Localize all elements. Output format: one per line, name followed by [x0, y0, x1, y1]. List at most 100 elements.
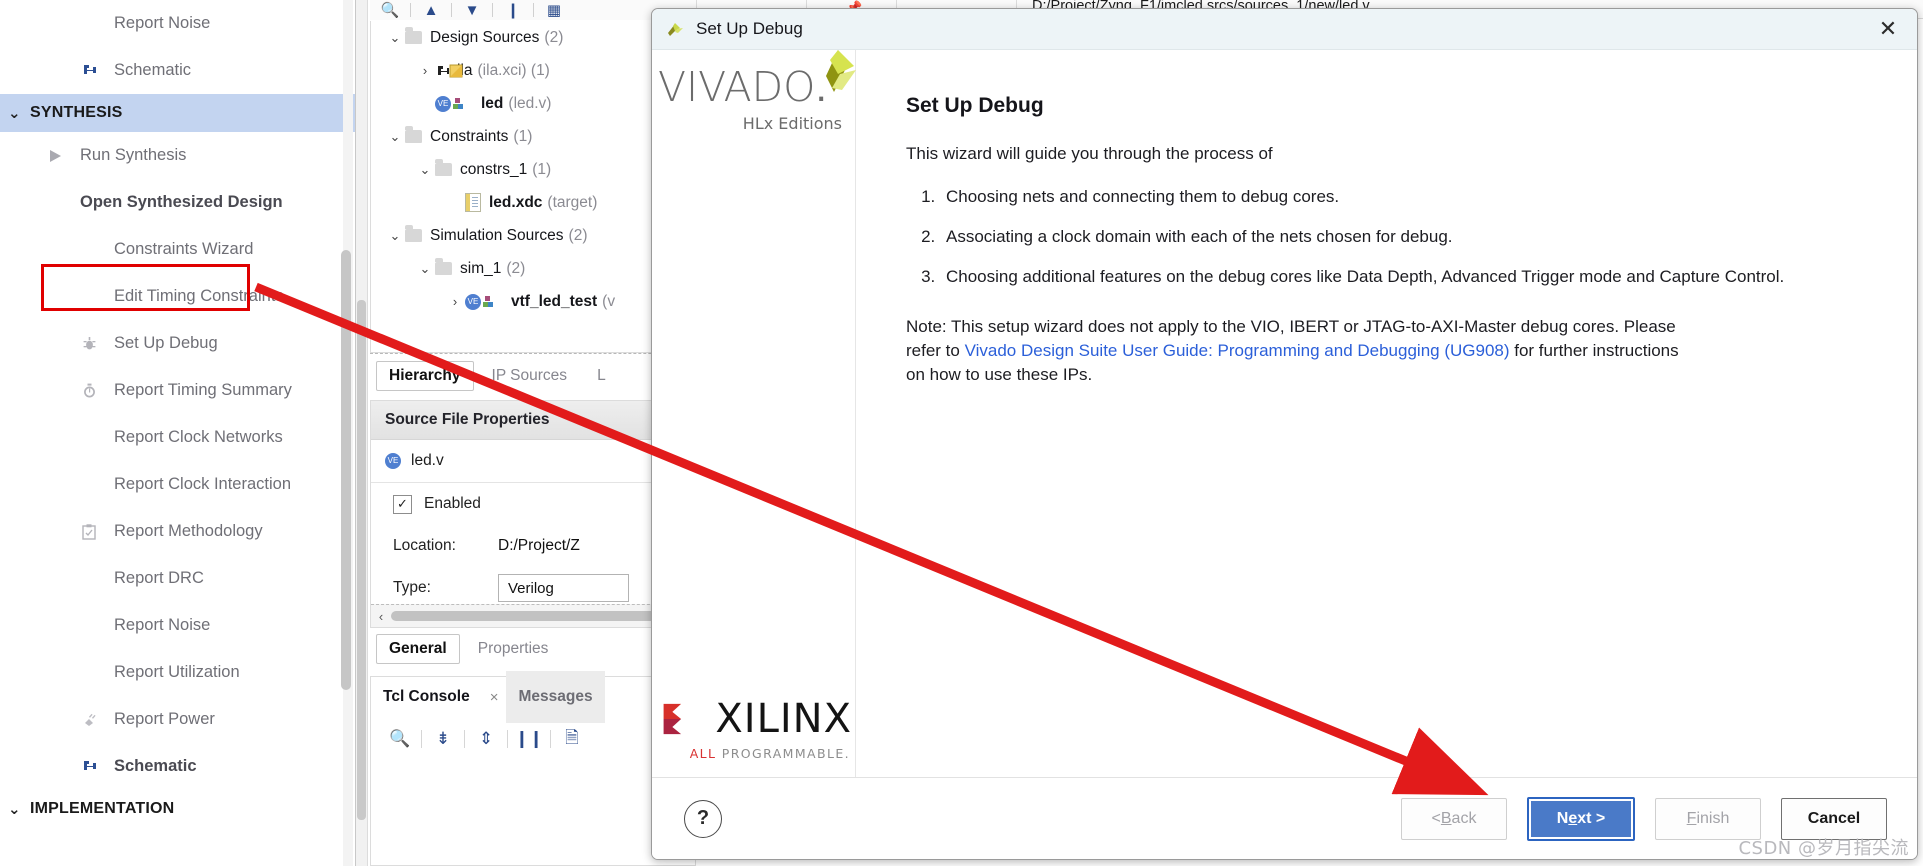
flow-nav-item-report-timing-summary[interactable]: Report Timing Summary	[0, 367, 355, 414]
tree-node-label: constrs_1	[460, 160, 528, 178]
expand-icon[interactable]: ⇕	[465, 729, 507, 749]
ug908-link[interactable]: Vivado Design Suite User Guide: Programm…	[965, 341, 1510, 360]
tab-hierarchy[interactable]: Hierarchy	[376, 360, 474, 391]
flow-nav-item-schematic[interactable]: Schematic	[0, 47, 355, 94]
flow-nav-item-label: Run Synthesis	[80, 146, 187, 164]
flow-nav-item-constraints-wizard[interactable]: Constraints Wizard	[0, 226, 355, 273]
enabled-label: Enabled	[424, 495, 481, 512]
expand-all-icon[interactable]: ▼	[452, 2, 492, 19]
sources-panel-scrollbar-thumb[interactable]	[357, 300, 366, 820]
flow-navigator-scrollbar-thumb[interactable]	[341, 250, 351, 690]
tab-messages[interactable]: Messages	[506, 671, 605, 723]
flow-nav-item-schematic[interactable]: Schematic	[0, 743, 355, 790]
enabled-checkbox[interactable]: ✓	[393, 494, 412, 514]
tree-node-suffix: (1)	[513, 127, 533, 145]
tree-node-suffix: (ila.xci) (1)	[477, 61, 550, 79]
tree-row[interactable]: ⌄ Simulation Sources (2)	[371, 219, 695, 252]
tab-l[interactable]: L	[585, 362, 618, 390]
flow-nav-item-open-synthesized-design[interactable]: Open Synthesized Design	[0, 179, 355, 226]
chevron-down-icon[interactable]: ⌄	[385, 30, 405, 46]
flow-nav-item-label: Report DRC	[114, 569, 204, 587]
folder-icon	[435, 159, 452, 176]
chevron-down-icon[interactable]: ⌄	[415, 162, 435, 178]
next-button[interactable]: Ne xt >	[1527, 796, 1635, 841]
flow-nav-item-synthesis[interactable]: ⌄ SYNTHESIS	[0, 94, 355, 132]
location-value: D:/Project/Z	[498, 537, 580, 554]
flow-nav-item-report-methodology[interactable]: Report Methodology	[0, 508, 355, 555]
source-tree[interactable]: ⌄ Design Sources (2) › ila (ila.xci) (1) VE led…	[370, 21, 696, 353]
chevron-down-icon[interactable]: ⌄	[385, 228, 405, 244]
search-icon[interactable]: 🔍	[379, 729, 421, 749]
tree-node-suffix: (2)	[506, 259, 526, 277]
flow-nav-item-report-clock-interaction[interactable]: Report Clock Interaction	[0, 461, 355, 508]
back-button[interactable]: < Back	[1401, 797, 1507, 840]
scroll-to-bottom-icon[interactable]: ⇟	[422, 729, 464, 749]
tree-node-label: Design Sources	[430, 28, 540, 46]
properties-scrollbar-thumb[interactable]	[391, 611, 691, 621]
tab-general[interactable]: General	[376, 634, 460, 664]
ip-core-icon	[435, 63, 463, 78]
flow-nav-item-report-utilization[interactable]: Report Utilization	[0, 649, 355, 696]
chevron-right-icon[interactable]: ›	[445, 294, 465, 309]
csdn-watermark: CSDN @岁月指尖流	[1738, 838, 1909, 859]
flow-nav-item-report-noise[interactable]: Report Noise	[0, 0, 355, 47]
type-label: Type:	[393, 579, 431, 596]
copy-icon[interactable]: 🗎	[551, 725, 593, 754]
sources-panel: 🔍 ▲ ▼ ❙ ▦ ⌄ Design Sources (2) › ila (ila.xci…	[356, 0, 696, 866]
search-icon[interactable]: 🔍	[370, 1, 410, 19]
tree-row[interactable]: ⌄ Design Sources (2)	[371, 21, 695, 54]
timer-icon	[82, 383, 108, 398]
chevron-right-icon[interactable]: ›	[415, 63, 435, 78]
tab-tcl-console[interactable]: Tcl Console	[371, 682, 482, 712]
help-button[interactable]: ?	[684, 799, 722, 838]
verilog-file-icon: VE	[465, 293, 504, 310]
tab-properties[interactable]: Properties	[466, 635, 561, 663]
dialog-steps-list: Choosing nets and connecting them to deb…	[910, 186, 1871, 289]
xilinx-tagline: ALL PROGRAMMABLE.	[662, 746, 852, 761]
chevron-down-icon[interactable]: ⌄	[8, 800, 30, 818]
collapse-all-icon[interactable]: ▲	[411, 2, 451, 19]
pause-icon[interactable]: ❙	[493, 1, 533, 19]
sources-panel-scrollbar-track[interactable]	[356, 0, 368, 866]
pause-icon[interactable]: ❙❙	[508, 729, 550, 749]
flow-nav-item-run-synthesis[interactable]: Run Synthesis	[0, 132, 355, 179]
properties-horizontal-scrollbar[interactable]: ‹	[371, 604, 695, 627]
copy-icon[interactable]: ▦	[534, 1, 574, 19]
tree-node-label: sim_1	[460, 259, 502, 277]
chevron-down-icon[interactable]: ⌄	[8, 104, 30, 122]
source-file-name: led.v	[411, 452, 444, 469]
flow-nav-item-label: Schematic	[114, 757, 197, 775]
dialog-intro-text: This wizard will guide you through the p…	[906, 144, 1273, 163]
tree-row[interactable]: › ila (ila.xci) (1)	[371, 54, 695, 87]
xilinx-mark-icon	[663, 703, 682, 735]
flow-nav-item-set-up-debug[interactable]: Set Up Debug	[0, 320, 355, 367]
tree-row[interactable]: › VE vtf_led_test (v	[371, 285, 695, 318]
chevron-down-icon[interactable]: ⌄	[415, 261, 435, 277]
tree-row[interactable]: led.xdc (target)	[371, 186, 695, 219]
close-icon[interactable]: ×	[482, 689, 507, 706]
flow-nav-item-report-drc[interactable]: Report DRC	[0, 555, 355, 602]
flow-nav-item-implementation[interactable]: ⌄ IMPLEMENTATION	[0, 790, 355, 828]
flow-nav-item-label: Report Noise	[114, 616, 211, 634]
tree-row[interactable]: ⌄ sim_1 (2)	[371, 252, 695, 285]
chevron-down-icon[interactable]: ⌄	[385, 129, 405, 145]
tree-row[interactable]: ⌄ Constraints (1)	[371, 120, 695, 153]
flow-nav-item-edit-timing-constraints[interactable]: Edit Timing Constraints	[0, 273, 355, 320]
tree-row[interactable]: ⌄ constrs_1 (1)	[371, 153, 695, 186]
type-select[interactable]: Verilog	[498, 574, 629, 602]
folder-icon	[405, 126, 422, 143]
flow-nav-item-label: Report Timing Summary	[114, 381, 292, 399]
tab-ip-sources[interactable]: IP Sources	[480, 362, 580, 390]
flow-nav-item-report-noise[interactable]: Report Noise	[0, 602, 355, 649]
enabled-row[interactable]: ✓ Enabled	[371, 483, 695, 525]
flow-nav-item-report-power[interactable]: Report Power	[0, 696, 355, 743]
dialog-body: VIVADO. HLx Editions XILINX ALL PROGRAMM…	[652, 50, 1917, 777]
tree-row[interactable]: VE led (led.v)	[371, 87, 695, 120]
folder-icon	[405, 225, 422, 242]
flow-nav-item-report-clock-networks[interactable]: Report Clock Networks	[0, 414, 355, 461]
close-icon[interactable]: ✕	[1875, 16, 1901, 41]
flow-nav-item-label: Report Noise	[114, 14, 211, 32]
flow-navigator-scrollbar-track[interactable]	[341, 0, 353, 866]
tcl-console-tabs: Tcl Console × Messages	[371, 671, 695, 723]
scroll-left-icon[interactable]: ‹	[371, 609, 391, 624]
